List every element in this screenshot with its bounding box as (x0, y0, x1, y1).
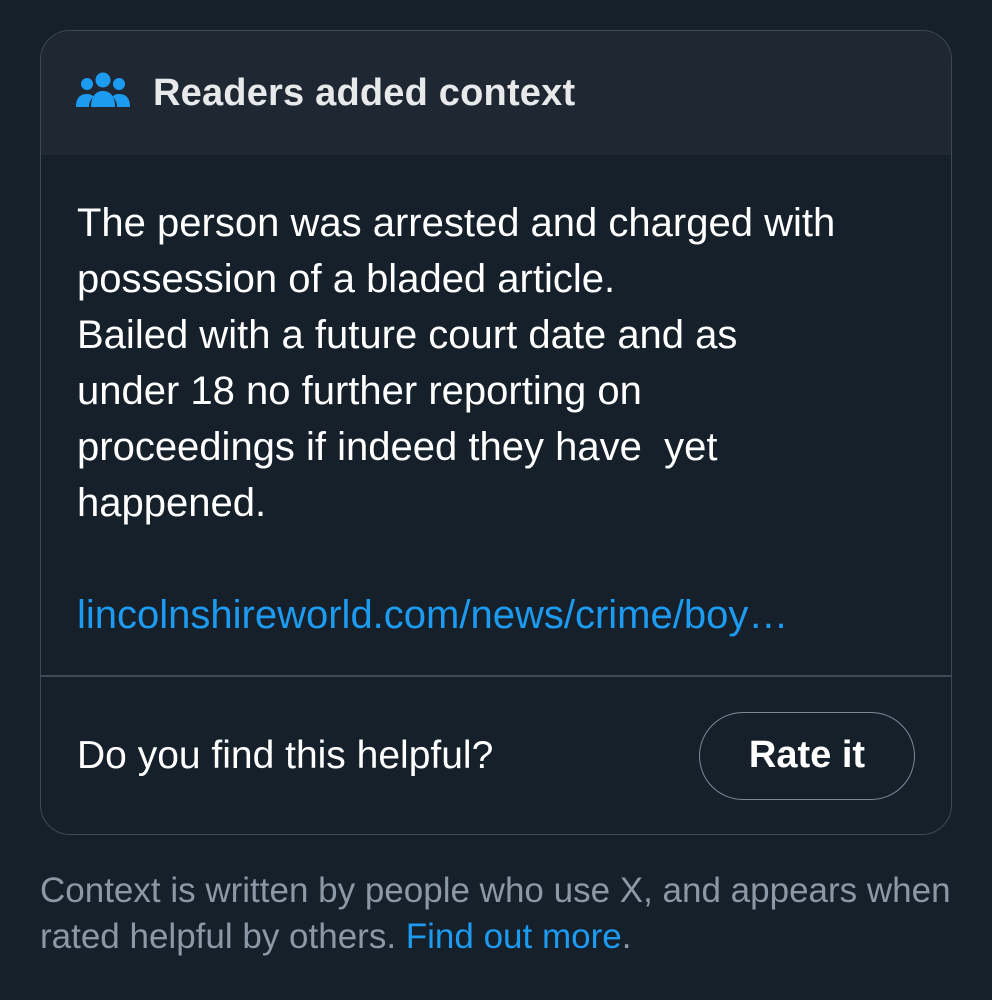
context-footnote: Context is written by people who use X, … (40, 868, 952, 960)
rate-it-button[interactable]: Rate it (699, 711, 915, 800)
find-out-more-link[interactable]: Find out more (406, 917, 622, 956)
community-note-card: Readers added context The person was arr… (40, 30, 952, 835)
people-group-icon (76, 72, 130, 107)
helpful-question: Do you find this helpful? (77, 733, 494, 777)
note-header: Readers added context (41, 31, 951, 155)
note-header-title: Readers added context (153, 71, 576, 114)
footnote-period: . (621, 917, 632, 956)
note-text: The person was arrested and charged with… (77, 201, 836, 525)
note-feedback: Do you find this helpful? Rate it (41, 677, 951, 835)
note-source-link[interactable]: lincolnshireworld.com/news/crime/boy… (77, 587, 915, 643)
note-body: The person was arrested and charged with… (41, 155, 951, 675)
